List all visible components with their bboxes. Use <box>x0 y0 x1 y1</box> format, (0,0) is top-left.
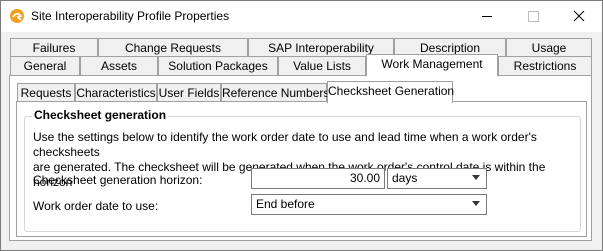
horizon-label: Checksheet generation horizon: <box>33 173 203 187</box>
close-icon <box>573 10 585 22</box>
tab-value-lists[interactable]: Value Lists <box>278 56 366 76</box>
group-title: Checksheet generation <box>32 108 169 122</box>
chevron-down-icon <box>472 201 480 206</box>
date-to-use-select[interactable]: End before <box>251 194 487 215</box>
tab-usage[interactable]: Usage <box>506 38 592 56</box>
tab-characteristics[interactable]: Characteristics <box>75 83 157 103</box>
close-button[interactable] <box>556 1 602 32</box>
minimize-button[interactable] <box>464 1 510 32</box>
date-to-use-label: Work order date to use: <box>33 199 159 213</box>
description-line-1: Use the settings below to identify the w… <box>33 130 537 159</box>
tab-failures[interactable]: Failures <box>10 38 98 56</box>
maximize-icon <box>528 11 539 22</box>
tab-user-fields[interactable]: User Fields <box>157 83 221 103</box>
maximize-button[interactable] <box>510 1 556 32</box>
chevron-down-icon <box>472 175 480 180</box>
title-bar[interactable]: Site Interoperability Profile Properties <box>1 1 602 32</box>
tab-assets[interactable]: Assets <box>80 56 158 76</box>
tab-work-management[interactable]: Work Management <box>366 54 498 76</box>
tab-change-requests[interactable]: Change Requests <box>98 38 248 56</box>
tab-checksheet-generation[interactable]: Checksheet Generation <box>327 81 454 103</box>
horizon-unit-select[interactable]: days <box>387 168 487 189</box>
horizon-unit-value: days <box>392 171 418 185</box>
window-title: Site Interoperability Profile Properties <box>31 9 230 23</box>
horizon-value-field[interactable]: 30.00 <box>251 168 385 189</box>
tab-restrictions[interactable]: Restrictions <box>498 56 592 76</box>
tab-general[interactable]: General <box>10 56 80 76</box>
tab-solution-packages[interactable]: Solution Packages <box>158 56 278 76</box>
app-logo-icon <box>9 8 25 24</box>
date-to-use-value: End before <box>256 197 315 211</box>
tab-reference-numbers[interactable]: Reference Numbers <box>221 83 329 103</box>
minimize-icon <box>482 16 492 17</box>
tab-requests[interactable]: Requests <box>17 83 75 103</box>
